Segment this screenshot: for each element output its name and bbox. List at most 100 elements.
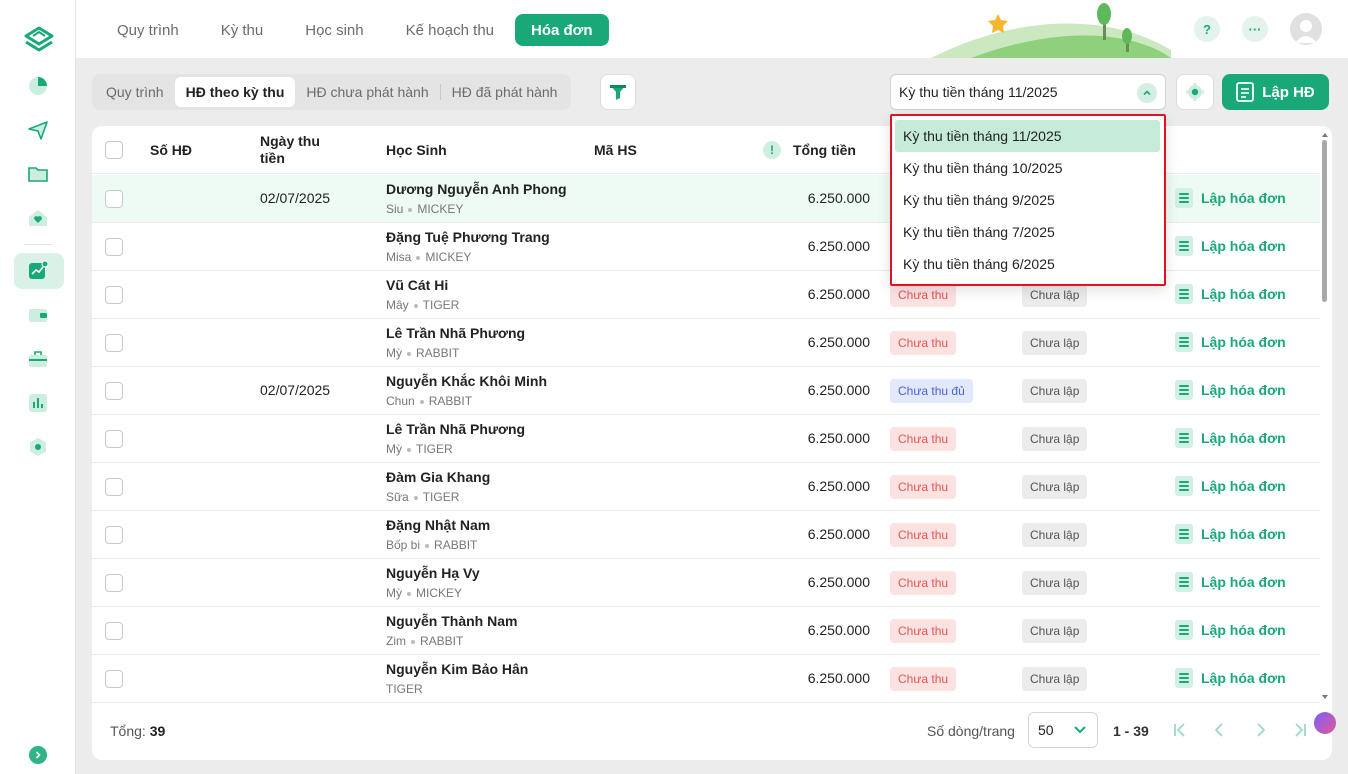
student-nickname: Mỳ: [386, 346, 402, 360]
student-name[interactable]: Nguyễn Hạ Vy: [386, 565, 480, 581]
row-checkbox[interactable]: [105, 622, 123, 640]
period-option[interactable]: Kỳ thu tiền tháng 11/2025: [895, 120, 1160, 152]
create-invoice-link[interactable]: Lập hóa đơn: [1175, 284, 1286, 304]
table-row[interactable]: Lê Trần Nhã Phương Mỳ RABBIT 6.250.000 Chưa …: [92, 319, 1320, 367]
student-nickname: Chun: [386, 394, 415, 408]
create-invoice-link[interactable]: Lập hóa đơn: [1175, 668, 1286, 688]
create-invoice-button[interactable]: Lập HĐ: [1222, 74, 1329, 110]
home-heart-icon[interactable]: [24, 204, 52, 232]
dashboard-pie-icon[interactable]: [24, 72, 52, 100]
student-name[interactable]: Nguyễn Khắc Khôi Minh: [386, 373, 547, 389]
total-value: 39: [149, 723, 166, 739]
create-invoice-link[interactable]: Lập hóa đơn: [1175, 572, 1286, 592]
wallet-icon[interactable]: [24, 301, 52, 329]
row-checkbox[interactable]: [105, 190, 123, 208]
filter-button[interactable]: [600, 74, 636, 110]
create-invoice-link[interactable]: Lập hóa đơn: [1175, 188, 1286, 208]
table-row[interactable]: 02/07/2025 Nguyễn Khắc Khôi Minh Chun RABBI…: [92, 367, 1320, 415]
row-checkbox[interactable]: [105, 526, 123, 544]
row-checkbox[interactable]: [105, 238, 123, 256]
table-row[interactable]: Đàm Gia Khang Sữa TIGER 6.250.000 Chưa thu Ch…: [92, 463, 1320, 511]
period-select[interactable]: Kỳ thu tiền tháng 11/2025: [890, 74, 1166, 110]
student-name[interactable]: Nguyễn Thành Nam: [386, 613, 517, 629]
tab-ky-thu[interactable]: Kỳ thu: [200, 14, 285, 46]
table-row[interactable]: Đặng Nhật Nam Bốp bi RABBIT 6.250.000 Chưa t…: [92, 511, 1320, 559]
period-option[interactable]: Kỳ thu tiền tháng 6/2025: [895, 248, 1160, 280]
more-button[interactable]: ···: [1242, 16, 1268, 42]
row-checkbox[interactable]: [105, 670, 123, 688]
subtab-quy-trinh[interactable]: Quy trình: [95, 77, 175, 107]
row-checkbox[interactable]: [105, 382, 123, 400]
student-name[interactable]: Đặng Nhật Nam: [386, 517, 490, 533]
chevron-right-icon: [35, 751, 41, 759]
previous-page-button[interactable]: [1208, 718, 1232, 742]
student-class: MICKEY: [416, 586, 463, 600]
subtab-hd-chua-phat-hanh[interactable]: HĐ chưa phát hành: [295, 77, 439, 107]
table-row[interactable]: Nguyễn Kim Bảo Hân TIGER 6.250.000 Chưa thu…: [92, 655, 1320, 703]
payment-status-badge: Chưa thu: [890, 571, 957, 595]
create-invoice-link[interactable]: Lập hóa đơn: [1175, 236, 1286, 256]
student-class: TIGER: [386, 682, 423, 696]
period-option[interactable]: Kỳ thu tiền tháng 10/2025: [895, 152, 1160, 184]
period-option[interactable]: Kỳ thu tiền tháng 9/2025: [895, 184, 1160, 216]
period-option[interactable]: Kỳ thu tiền tháng 7/2025: [895, 216, 1160, 248]
create-invoice-link-label: Lập hóa đơn: [1201, 478, 1286, 494]
create-invoice-link[interactable]: Lập hóa đơn: [1175, 428, 1286, 448]
avatar[interactable]: [1290, 13, 1322, 45]
student-name[interactable]: Đặng Tuệ Phương Trang: [386, 229, 550, 245]
table-row[interactable]: Lê Trần Nhã Phương Mỳ TIGER 6.250.000 Chưa t…: [92, 415, 1320, 463]
invoice-status-badge: Chưa lập: [1022, 571, 1088, 595]
tab-ke-hoach-thu[interactable]: Kế hoạch thu: [385, 14, 515, 46]
first-page-button[interactable]: [1168, 718, 1192, 742]
finance-chart-icon[interactable]: [24, 257, 52, 285]
report-bars-icon[interactable]: [24, 389, 52, 417]
student-name[interactable]: Nguyễn Kim Bảo Hân: [386, 661, 528, 677]
app-logo-icon[interactable]: [22, 22, 56, 56]
create-invoice-link[interactable]: Lập hóa đơn: [1175, 524, 1286, 544]
scrollbar-thumb[interactable]: [1322, 140, 1327, 302]
warning-icon[interactable]: !: [763, 141, 781, 159]
meta-dot: [416, 255, 421, 260]
student-name[interactable]: Đàm Gia Khang: [386, 469, 490, 485]
create-invoice-link[interactable]: Lập hóa đơn: [1175, 476, 1286, 496]
create-invoice-link[interactable]: Lập hóa đơn: [1175, 332, 1286, 352]
briefcase-icon[interactable]: [24, 345, 52, 373]
help-button[interactable]: ?: [1194, 16, 1220, 42]
row-checkbox[interactable]: [105, 334, 123, 352]
create-invoice-link[interactable]: Lập hóa đơn: [1175, 380, 1286, 400]
student-name[interactable]: Dương Nguyễn Anh Phong: [386, 181, 567, 197]
select-all-checkbox[interactable]: [105, 141, 123, 159]
page-range: 1 - 39: [1113, 723, 1149, 739]
invoice-doc-icon: [1175, 668, 1193, 688]
invoice-doc-icon: [1175, 188, 1193, 208]
ai-assistant-icon[interactable]: [1314, 712, 1336, 734]
chevron-left-icon: [1214, 723, 1223, 737]
folder-icon[interactable]: [24, 160, 52, 188]
table-row[interactable]: Nguyễn Hạ Vy Mỳ MICKEY 6.250.000 Chưa thu Chư…: [92, 559, 1320, 607]
table-row[interactable]: Nguyễn Thành Nam Zim RABBIT 6.250.000 Chưa t…: [92, 607, 1320, 655]
student-name[interactable]: Lê Trần Nhã Phương: [386, 421, 525, 437]
rows-per-page-select[interactable]: 50: [1028, 712, 1098, 748]
tab-hoa-don[interactable]: Hóa đơn: [515, 14, 609, 46]
create-invoice-link[interactable]: Lập hóa đơn: [1175, 620, 1286, 640]
tab-quy-trinh[interactable]: Quy trình: [96, 14, 200, 46]
top-right-actions: ? ···: [1194, 13, 1322, 45]
sidebar-expand-button[interactable]: [29, 746, 47, 764]
row-checkbox[interactable]: [105, 286, 123, 304]
row-checkbox[interactable]: [105, 430, 123, 448]
settings-button[interactable]: [1176, 74, 1214, 110]
row-checkbox[interactable]: [105, 574, 123, 592]
subtab-hd-da-phat-hanh[interactable]: HĐ đã phát hành: [441, 77, 569, 107]
student-class: RABBIT: [434, 538, 478, 552]
row-amount: 6.250.000: [807, 430, 870, 446]
send-plane-icon[interactable]: [24, 116, 52, 144]
subtab-hd-theo-ky-thu[interactable]: HĐ theo kỳ thu: [174, 77, 296, 107]
next-page-button[interactable]: [1248, 718, 1272, 742]
student-nickname: Bốp bi: [386, 538, 421, 552]
row-checkbox[interactable]: [105, 478, 123, 496]
last-page-button[interactable]: [1288, 718, 1312, 742]
student-name[interactable]: Vũ Cát Hi: [386, 277, 448, 293]
tab-hoc-sinh[interactable]: Học sinh: [284, 14, 384, 46]
settings-hex-icon[interactable]: [24, 433, 52, 461]
student-name[interactable]: Lê Trần Nhã Phương: [386, 325, 525, 341]
